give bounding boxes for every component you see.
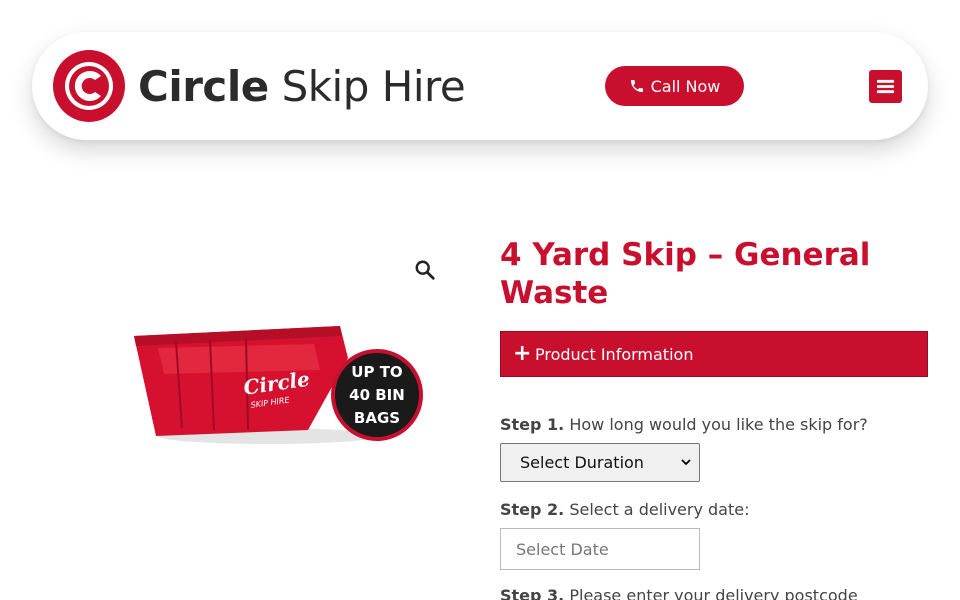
badge-line-2: 40 BIN bbox=[349, 386, 405, 404]
plus-icon: + bbox=[513, 341, 532, 366]
menu-toggle-button[interactable] bbox=[869, 70, 902, 103]
delivery-date-input[interactable] bbox=[500, 528, 700, 570]
badge-line-3: BAGS bbox=[354, 409, 400, 427]
step-1-text: How long would you like the skip for? bbox=[564, 415, 868, 434]
site-header: Circle Skip Hire Call Now bbox=[32, 32, 928, 140]
brand-name-light: Skip Hire bbox=[281, 61, 466, 111]
step-3-label: Step 3. Please enter your delivery postc… bbox=[500, 586, 858, 600]
hamburger-menu-icon bbox=[876, 79, 895, 94]
logo[interactable]: Circle Skip Hire bbox=[52, 49, 466, 123]
step-1-number: Step 1. bbox=[500, 415, 565, 434]
step-3-text: Please enter your delivery postcode bbox=[564, 586, 858, 600]
duration-selected-value: Select Duration bbox=[520, 453, 644, 472]
step-2-label: Step 2. Select a delivery date: bbox=[500, 500, 750, 519]
phone-icon bbox=[630, 80, 643, 92]
brand-name-bold: Circle bbox=[138, 61, 269, 111]
chevron-down-icon bbox=[681, 459, 691, 466]
step-2-number: Step 2. bbox=[500, 500, 565, 519]
call-now-button[interactable]: Call Now bbox=[605, 66, 744, 106]
product-image[interactable]: Circle SKIP HIRE UP TO 40 BIN BAGS bbox=[128, 318, 428, 448]
step-2-text: Select a delivery date: bbox=[564, 500, 750, 519]
badge-line-1: UP TO bbox=[351, 363, 402, 381]
product-information-accordion[interactable]: + Product Information bbox=[500, 331, 928, 377]
call-now-label: Call Now bbox=[650, 76, 721, 96]
product-title: 4 Yard Skip – General Waste bbox=[500, 237, 871, 311]
step-1-label: Step 1. How long would you like the skip… bbox=[500, 415, 868, 434]
accordion-label: Product Information bbox=[535, 344, 694, 364]
duration-select[interactable]: Select Duration bbox=[500, 443, 700, 482]
step-3-number: Step 3. bbox=[500, 586, 565, 600]
magnifier-icon[interactable] bbox=[414, 259, 436, 281]
circle-logo-icon bbox=[53, 50, 125, 122]
brand-name: Circle Skip Hire bbox=[138, 61, 466, 111]
